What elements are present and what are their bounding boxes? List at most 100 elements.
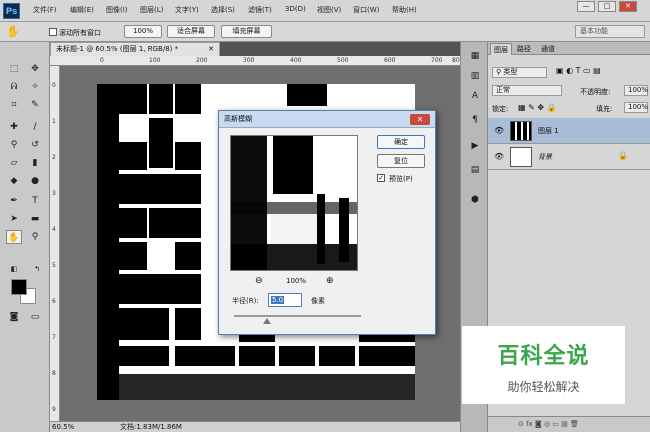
panel-tabs: 图层 路径 通道 [488, 42, 650, 55]
filter-kind: 类型 [503, 68, 518, 76]
lasso-tool-icon[interactable]: ᕱ [6, 80, 22, 94]
menu-select[interactable]: 选择(S) [211, 5, 235, 15]
3d-panel-icon[interactable]: ⬢ [467, 192, 483, 208]
layer-row-layer1[interactable]: 👁 图层 1 [488, 118, 650, 144]
layer-row-background[interactable]: 👁 背景 🔒 [488, 144, 650, 170]
fill-input[interactable]: 100% [624, 102, 648, 113]
menu-file[interactable]: 文件(F) [33, 5, 57, 15]
ruler-label: 100 [149, 57, 161, 64]
ruler-label: 300 [243, 57, 255, 64]
workspace-select[interactable]: 基本功能 [575, 25, 645, 38]
maximize-button[interactable]: □ [598, 1, 616, 12]
radius-input[interactable]: 5.0 [268, 293, 302, 307]
quick-mask-icon[interactable]: ◙ [6, 310, 22, 324]
actions-panel-icon[interactable]: ▶ [467, 138, 483, 154]
tab-paths[interactable]: 路径 [514, 43, 534, 55]
healing-tool-icon[interactable]: ✚ [6, 120, 22, 134]
ruler-label: 6 [52, 298, 56, 305]
lock-icons[interactable]: ▦ ✎ ✥ 🔒 [518, 103, 557, 112]
zoom-tool-icon[interactable]: ⚲ [27, 230, 43, 244]
radius-slider[interactable] [234, 315, 361, 317]
blur-preview[interactable] [230, 135, 358, 271]
ruler-vertical: 0 1 2 3 4 5 6 7 8 9 [50, 66, 60, 421]
fill-screen-button[interactable]: 填充屏幕 [221, 25, 272, 38]
history-panel-icon[interactable]: ▦ [467, 48, 483, 64]
dialog-titlebar[interactable]: 高斯模糊 [219, 111, 435, 128]
menu-3d[interactable]: 3D(D) [285, 5, 306, 13]
menu-bar: Ps 文件(F) 编辑(E) 图像(I) 图层(L) 文字(Y) 选择(S) 滤… [0, 0, 650, 22]
stamp-tool-icon[interactable]: ⚲ [6, 138, 22, 152]
minimize-button[interactable]: — [577, 1, 595, 12]
preview-zoom-row: ⊖ 100% ⊕ [230, 276, 358, 288]
lock-icon: 🔒 [618, 151, 628, 160]
status-doc-info: 文档:1.83M/1.86M [120, 423, 182, 431]
layers-panel-toolbar[interactable]: ⊙ fx ◙ ◎ ▭ ▤ 🗑 [488, 416, 650, 432]
dodge-tool-icon[interactable]: ● [27, 174, 43, 188]
swap-colors-icon[interactable]: ↰ [29, 262, 45, 276]
swatches-panel-icon[interactable]: ▤ [467, 162, 483, 178]
zoom-out-icon[interactable]: ⊖ [255, 276, 263, 286]
filter-icons[interactable]: ▣ ◐ T ▭ ▤ [556, 66, 601, 75]
document-tab-title: 未标题-1 @ 60.5% (图层 1, RGB/8) * [56, 45, 179, 53]
fit-screen-button[interactable]: 适合屏幕 [167, 25, 215, 38]
status-zoom[interactable]: 60.5% [52, 422, 74, 432]
marquee-tool-icon[interactable]: ⬚ [6, 62, 22, 76]
tab-layers[interactable]: 图层 [490, 43, 512, 55]
document-tab[interactable]: 未标题-1 @ 60.5% (图层 1, RGB/8) * ✕ [50, 42, 220, 56]
eye-icon[interactable]: 👁 [494, 126, 504, 135]
paragraph-panel-icon[interactable]: ¶ [467, 112, 483, 128]
brush-tool-icon[interactable]: ∕ [27, 120, 43, 134]
menu-layer[interactable]: 图层(L) [140, 5, 163, 15]
eraser-tool-icon[interactable]: ▱ [6, 156, 22, 170]
document-tab-close-icon[interactable]: ✕ [208, 43, 214, 56]
opacity-input[interactable]: 100% [624, 85, 648, 96]
opacity-label: 不透明度: [580, 88, 611, 96]
ruler-label: 500 [337, 57, 349, 64]
default-colors-icon[interactable]: ◧ [6, 262, 22, 276]
eye-icon[interactable]: 👁 [494, 152, 504, 161]
close-window-button[interactable]: ✕ [619, 1, 637, 12]
radius-slider-thumb[interactable] [263, 318, 271, 324]
fill-label: 填充: [596, 105, 613, 113]
screen-mode-icon[interactable]: ▭ [27, 310, 43, 324]
ruler-label: 0 [100, 57, 104, 64]
crop-tool-icon[interactable]: ⌗ [6, 98, 22, 112]
zoom-100-button[interactable]: 100% [124, 25, 162, 38]
ruler-label: 4 [52, 226, 56, 233]
blend-mode-select[interactable]: 正常 [492, 85, 562, 96]
character-panel-icon[interactable]: A [467, 88, 483, 104]
hand-icon[interactable]: ✋ [6, 25, 20, 38]
move-tool-icon[interactable]: ✥ [27, 62, 43, 76]
magic-wand-tool-icon[interactable]: ✧ [27, 80, 43, 94]
checkbox-scroll-all[interactable] [49, 28, 57, 36]
hand-tool-icon[interactable]: ✋ [6, 230, 22, 244]
layer-filter-select[interactable]: ⚲ 类型 [492, 67, 547, 78]
preview-checkbox[interactable]: ✓ [377, 174, 385, 182]
blur-tool-icon[interactable]: ◆ [6, 174, 22, 188]
shape-tool-icon[interactable]: ▬ [27, 212, 43, 226]
zoom-in-icon[interactable]: ⊕ [326, 276, 334, 286]
radius-label: 半径(R): [232, 297, 259, 305]
dialog-close-button[interactable]: ✕ [410, 114, 430, 125]
path-selection-tool-icon[interactable]: ➤ [6, 212, 22, 226]
menu-type[interactable]: 文字(Y) [175, 5, 199, 15]
menu-help[interactable]: 帮助(H) [392, 5, 417, 15]
menu-image[interactable]: 图像(I) [106, 5, 128, 15]
pen-tool-icon[interactable]: ✒ [6, 194, 22, 208]
type-tool-icon[interactable]: T [27, 194, 43, 208]
dialog-title: 高斯模糊 [224, 115, 252, 123]
ok-button[interactable]: 确定 [377, 135, 425, 149]
menu-view[interactable]: 视图(V) [317, 5, 341, 15]
foreground-color-swatch[interactable] [11, 279, 27, 295]
tab-channels[interactable]: 通道 [538, 43, 558, 55]
layer-name: 图层 1 [538, 127, 559, 135]
adjustments-panel-icon[interactable]: ▥ [467, 68, 483, 84]
menu-window[interactable]: 窗口(W) [353, 5, 379, 15]
menu-filter[interactable]: 滤镜(T) [248, 5, 272, 15]
menu-edit[interactable]: 编辑(E) [70, 5, 94, 15]
gradient-tool-icon[interactable]: ▮ [27, 156, 43, 170]
reset-button[interactable]: 复位 [377, 154, 425, 168]
eyedropper-tool-icon[interactable]: ✎ [27, 98, 43, 112]
history-brush-tool-icon[interactable]: ↺ [27, 138, 43, 152]
ruler-label: 3 [52, 190, 56, 197]
